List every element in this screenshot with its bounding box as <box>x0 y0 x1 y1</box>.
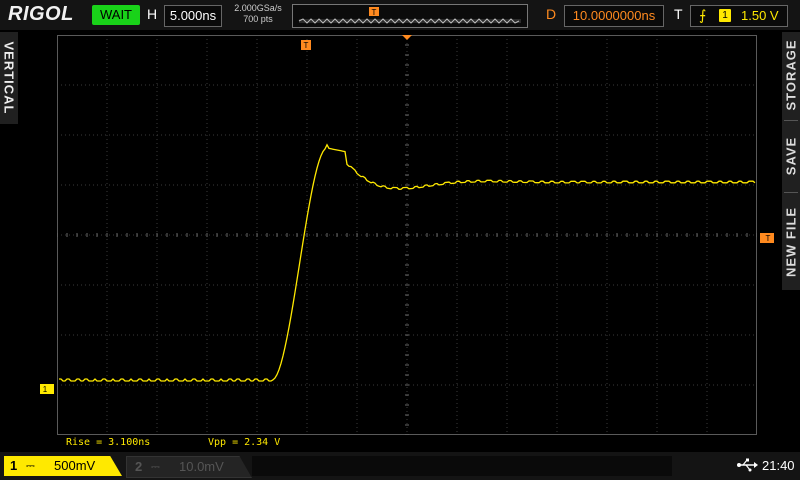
rising-edge-icon: ⨍ <box>699 7 707 23</box>
bottom-empty-panel <box>252 456 672 476</box>
trigger-label: T <box>674 6 683 22</box>
channel-2-scale: 10.0mV <box>179 459 224 474</box>
channel-2-button[interactable]: 2 ⎓ 10.0mV <box>126 456 252 478</box>
acquisition-info: 2.000GSa/s 700 pts <box>226 3 290 25</box>
sample-rate: 2.000GSa/s <box>234 3 282 13</box>
memory-trigger-marker-label: T <box>372 8 377 17</box>
trigger-level: 1.50 V <box>741 8 779 23</box>
rise-time-measurement: Rise = 3.100ns <box>66 437 151 448</box>
dc-coupling-icon: ⎓ <box>26 460 35 472</box>
delay-value[interactable]: 10.0000000ns <box>564 5 664 27</box>
vpp-measurement: Vpp = 2.34 V <box>208 437 281 448</box>
bottom-status-bar: 1 ⎓ 500mV 2 ⎓ 10.0mV 21:40 <box>0 452 800 480</box>
delay-label: D <box>546 6 557 22</box>
run-status-badge[interactable]: WAIT <box>92 5 140 25</box>
dc-coupling-icon: ⎓ <box>151 461 160 473</box>
timebase-value[interactable]: 5.000ns <box>164 5 222 27</box>
channel-1-number: 1 <box>10 458 18 473</box>
brand-logo: RIGOL <box>8 3 74 25</box>
trigger-level-marker-label: T <box>766 234 771 243</box>
trigger-source: 1 <box>719 9 731 22</box>
top-status-bar: RIGOL WAIT H 5.000ns 2.000GSa/s 700 pts … <box>0 0 800 30</box>
trigger-position-marker <box>402 35 412 40</box>
channel-1-button[interactable]: 1 ⎓ 500mV <box>4 456 122 476</box>
memory-overview-bar[interactable]: T <box>292 4 528 28</box>
usb-icon <box>737 458 758 472</box>
channel-1-scale: 500mV <box>54 458 96 473</box>
memory-waveform: T <box>298 7 521 24</box>
trigger-settings[interactable]: ⨍ 1 1.50 V <box>690 5 788 27</box>
channel-1-offset-marker-label: 1 <box>43 385 48 394</box>
memory-depth: 700 pts <box>243 14 273 24</box>
trigger-point-marker-label: T <box>304 41 309 50</box>
horizontal-label: H <box>147 6 158 22</box>
channel-2-number: 2 <box>135 459 143 474</box>
marker-layer: T T 1 <box>40 35 774 394</box>
clock: 21:40 <box>762 458 795 473</box>
